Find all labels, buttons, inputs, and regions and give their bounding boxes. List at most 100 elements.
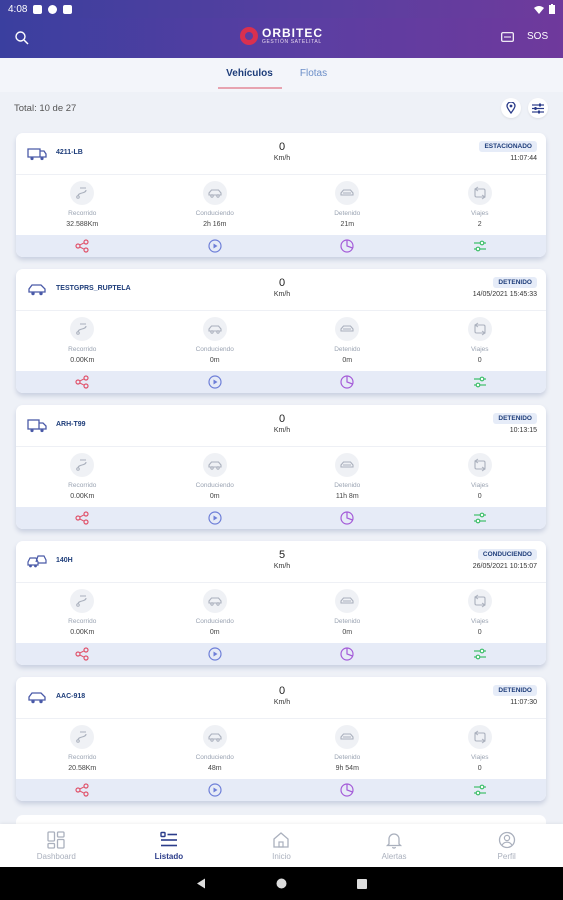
speed-value: 5 <box>278 549 286 561</box>
vehicle-plate[interactable]: ARH-T99 <box>56 421 86 428</box>
share-button[interactable] <box>16 507 149 529</box>
vehicle-card[interactable]: AAC-918 0 Km/h DETENIDO 11:07:30 Recorri… <box>16 677 546 801</box>
car-icon <box>28 284 46 296</box>
play-circle-button[interactable] <box>149 779 282 801</box>
stat-detenido: Detenido 0m <box>281 311 414 371</box>
vehicle-plate[interactable]: 140H <box>56 557 73 564</box>
vehicle-plate[interactable]: 4211-LB <box>56 149 83 156</box>
route-icon <box>70 725 95 749</box>
stat-value: 0.00Km <box>70 357 95 364</box>
stat-value: 2h 16m <box>203 221 227 228</box>
nav-label: Inicio <box>272 852 291 861</box>
stat-label: Conduciendo <box>195 210 234 217</box>
pie-chart-button[interactable] <box>281 507 414 529</box>
status-bar: 4:08 <box>0 0 563 18</box>
nav-label: Alertas <box>381 852 407 861</box>
message-icon[interactable] <box>501 32 514 42</box>
map-pin-button[interactable] <box>501 98 521 118</box>
home-circle-icon[interactable] <box>276 878 287 889</box>
play-circle-button[interactable] <box>149 371 282 393</box>
filter-sliders-button[interactable] <box>414 371 547 393</box>
share-button[interactable] <box>16 779 149 801</box>
share-button[interactable] <box>16 235 149 257</box>
car-icon <box>28 692 46 704</box>
search-icon[interactable] <box>14 30 30 46</box>
filter-settings-button[interactable] <box>528 98 548 118</box>
stat-value: 32.588Km <box>66 221 99 228</box>
filter-sliders-button[interactable] <box>414 779 547 801</box>
stat-value: 0 <box>477 357 482 364</box>
nav-perfil[interactable]: Perfil <box>450 824 563 867</box>
vehicle-plate[interactable]: TESTGPRS_RUPTELA <box>56 285 131 292</box>
pie-chart-icon <box>340 375 354 389</box>
speed-value: 0 <box>278 413 286 425</box>
nav-label: Dashboard <box>36 852 76 861</box>
notification-icon <box>48 4 58 14</box>
stat-value: 11h 8m <box>335 493 359 500</box>
car-driving-icon <box>202 453 227 477</box>
stat-label: Detenido <box>334 346 361 353</box>
last-update-time: 10:13:15 <box>509 427 537 434</box>
nav-alertas[interactable]: Alertas <box>338 824 451 867</box>
sos-button[interactable]: SOS <box>527 31 548 42</box>
pie-chart-button[interactable] <box>281 371 414 393</box>
filter-sliders-icon <box>473 240 486 252</box>
share-icon <box>75 647 89 661</box>
vehicle-card[interactable]: 140H 5 Km/h CONDUCIENDO 26/05/2021 10:15… <box>16 541 546 665</box>
pie-chart-button[interactable] <box>281 779 414 801</box>
list-icon <box>160 831 177 847</box>
truck-icon <box>27 419 47 433</box>
speed-display: 0 Km/h <box>256 413 308 434</box>
stat-label: Conduciendo <box>195 754 234 761</box>
filter-sliders-button[interactable] <box>414 235 547 257</box>
pie-chart-button[interactable] <box>281 235 414 257</box>
share-icon <box>75 511 89 525</box>
play-circle-button[interactable] <box>149 507 282 529</box>
filter-sliders-button[interactable] <box>414 643 547 665</box>
vehicle-plate[interactable]: AAC-918 <box>56 693 85 700</box>
stat-value: 0.00Km <box>70 493 95 500</box>
tab-vehiculos[interactable]: Vehículos <box>217 58 282 92</box>
app-logo: ORBITEC GESTIÓN SATELITAL <box>240 27 323 45</box>
vehicle-card[interactable]: TESTGPRS_RUPTELA 0 Km/h DETENIDO 14/05/2… <box>16 269 546 393</box>
pie-chart-icon <box>340 647 354 661</box>
nav-inicio[interactable]: Inicio <box>225 824 338 867</box>
stat-label: Viajes <box>470 482 489 489</box>
speed-unit: Km/h <box>273 563 291 570</box>
share-button[interactable] <box>16 643 149 665</box>
total-count: Total: 10 de 27 <box>14 103 77 114</box>
stat-label: Viajes <box>470 346 489 353</box>
speed-display: 0 Km/h <box>256 685 308 706</box>
play-circle-button[interactable] <box>149 235 282 257</box>
status-badge: DETENIDO <box>493 277 537 288</box>
vehicle-card-header: ARH-T99 0 Km/h DETENIDO 10:13:15 <box>16 405 546 447</box>
stat-conduciendo: Conduciendo 2h 16m <box>149 175 282 235</box>
stat-value: 0.00Km <box>70 629 95 636</box>
stat-value: 2 <box>477 221 482 228</box>
stat-label: Viajes <box>470 210 489 217</box>
tab-flotas[interactable]: Flotas <box>282 58 346 92</box>
pie-chart-button[interactable] <box>281 643 414 665</box>
sd-card-icon <box>63 4 73 14</box>
recents-icon[interactable] <box>357 878 367 889</box>
bell-icon <box>386 833 403 849</box>
vehicle-card[interactable]: 4211-LB 0 Km/h ESTACIONADO 11:07:44 Reco… <box>16 133 546 257</box>
nav-dashboard[interactable]: Dashboard <box>0 824 113 867</box>
nav-listado[interactable]: Listado <box>113 824 226 867</box>
wifi-icon <box>534 5 544 14</box>
stat-label: Recorrido <box>68 210 97 217</box>
play-circle-button[interactable] <box>149 643 282 665</box>
filter-sliders-button[interactable] <box>414 507 547 529</box>
stat-value: 0 <box>477 629 482 636</box>
stat-label: Conduciendo <box>195 618 234 625</box>
back-icon[interactable] <box>196 878 206 889</box>
map-pin-icon <box>506 102 516 114</box>
share-button[interactable] <box>16 371 149 393</box>
vehicle-card[interactable]: ARH-T99 0 Km/h DETENIDO 10:13:15 Recorri… <box>16 405 546 529</box>
route-icon <box>70 589 95 613</box>
pie-chart-icon <box>340 239 354 253</box>
status-badge: ESTACIONADO <box>479 141 537 152</box>
route-icon <box>70 181 95 205</box>
home-icon <box>273 832 290 848</box>
system-nav-bar <box>0 867 563 900</box>
